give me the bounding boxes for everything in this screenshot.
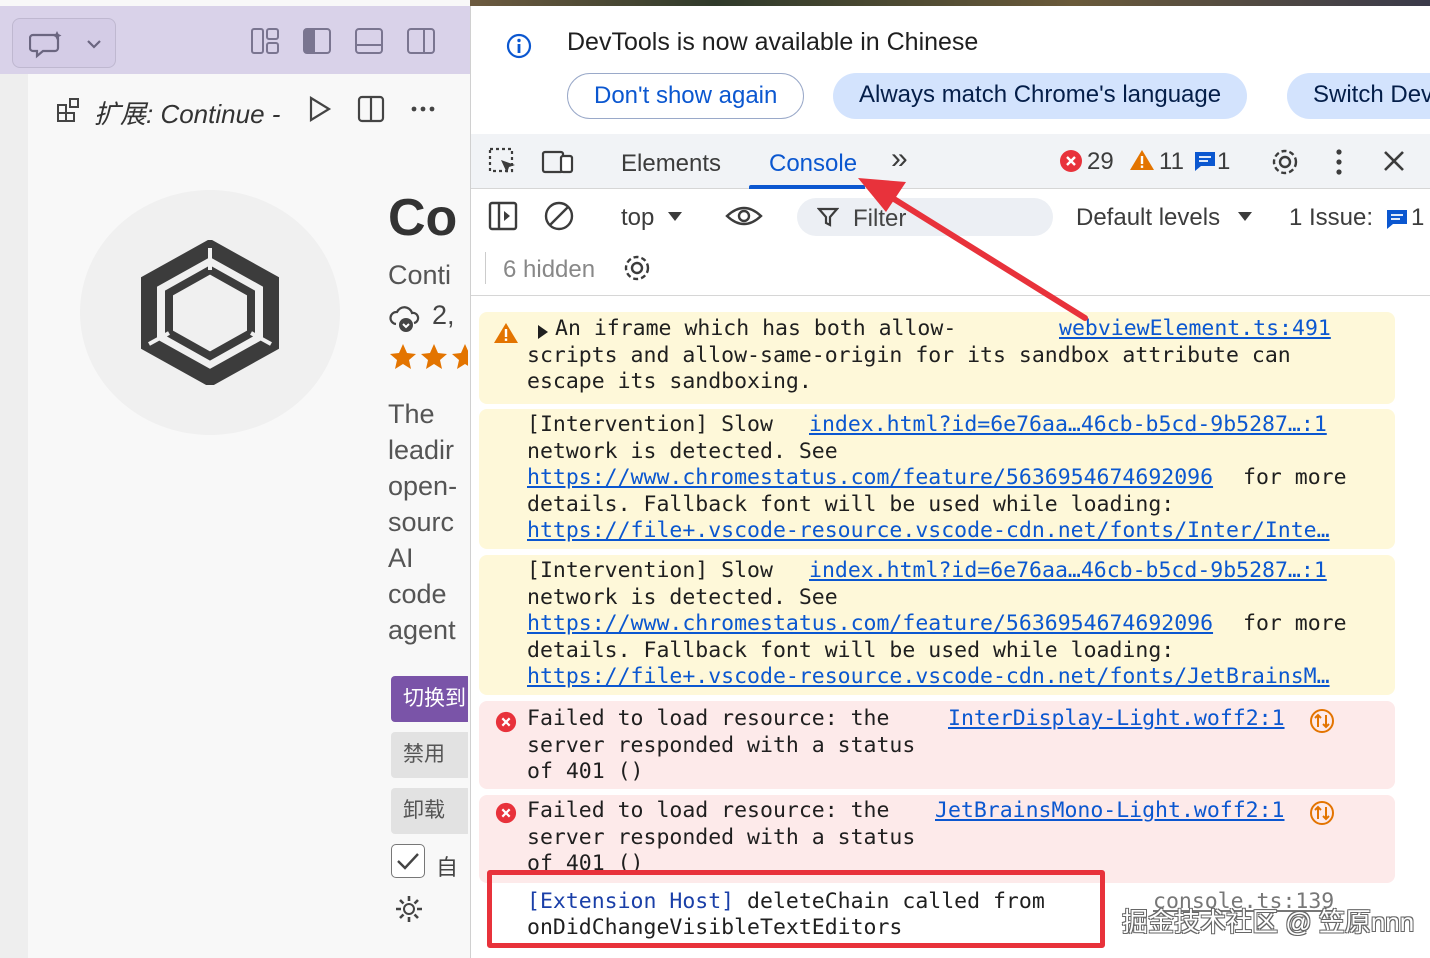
screenshot-root: { "vscode": { "extension_tab_title": "扩展… [0,0,1430,958]
always-match-language-button[interactable]: Always match Chrome's language [833,73,1248,119]
log-levels-dropdown[interactable]: Default levels [1076,204,1220,232]
editor-tab-title[interactable]: 扩展: Continue - [94,94,280,131]
issues-count[interactable]: 1 [1411,204,1424,232]
more-tabs-button[interactable]: » [891,142,908,176]
switch-language-button[interactable]: Switch DevTools to Chinese [1287,73,1430,119]
activity-bar-edge [0,74,28,958]
info-icon [506,33,532,59]
console-message-warning: [Intervention] Slow index.html?id=6e76aa… [479,409,1395,549]
tab-elements[interactable]: Elements [621,150,721,178]
disable-button[interactable]: 禁用 [391,732,468,778]
console-toolbar: top Filter Default levels 1 Issue: 1 6 h… [471,190,1430,296]
rating-stars-icon [390,344,468,369]
show-sidebar-icon[interactable] [487,200,519,232]
uninstall-button[interactable]: 卸载 [391,788,468,834]
warning-count-icon [1130,150,1154,170]
more-actions-icon[interactable] [408,94,438,124]
warning-icon [494,323,518,343]
chat-sparkle-icon [29,31,62,59]
error-count-icon [1060,150,1082,172]
close-icon[interactable] [1381,148,1407,174]
clear-console-icon[interactable] [543,200,575,232]
toggle-primary-sidebar-icon[interactable] [302,26,332,56]
customize-layout-icon[interactable] [250,26,280,56]
continue-logo-icon [141,240,279,385]
filter-funnel-icon [817,207,839,227]
console-message-error: Failed to load resource: the server resp… [479,701,1395,789]
levels-dropdown-icon[interactable] [1237,210,1253,222]
source-link[interactable]: webviewElement.ts:491 [1059,316,1331,343]
vscode-window: 扩展: Continue - Co Conti 2, The leadir op… [0,0,470,958]
source-link[interactable]: index.html?id=6e76aa…46cb-b5cd-9b5287…:1 [809,412,1327,439]
source-link[interactable]: JetBrainsMono-Light.woff2:1 [935,798,1285,825]
chevron-down-icon [87,40,101,49]
console-message-warning: [Intervention] Slow index.html?id=6e76aa… [479,555,1395,695]
extension-publisher[interactable]: Conti [388,260,451,291]
extension-logo [80,190,340,435]
warning-count[interactable]: 11 [1159,148,1184,176]
error-icon [495,711,517,733]
toolbar-divider [485,252,486,284]
network-request-icon[interactable] [1309,708,1335,734]
chromestatus-link[interactable]: https://www.chromestatus.com/feature/563… [527,611,1213,638]
dont-show-again-button[interactable]: Don't show again [567,73,805,119]
chat-button[interactable] [12,18,116,68]
extension-name: Co [388,189,458,247]
watermark: 掘金技术社区 @ 笠原nnn [1122,907,1415,937]
toggle-secondary-sidebar-icon[interactable] [406,26,436,56]
console-messages: An iframe which has both allow- scripts … [471,296,1430,958]
auto-update-label: 自 [436,855,459,880]
devtools-tab-bar: Elements Console » 29 11 1 [471,134,1430,189]
expand-triangle-icon[interactable] [537,324,549,340]
filter-placeholder: Filter [853,205,907,232]
live-expression-eye-icon[interactable] [725,202,763,230]
error-count[interactable]: 29 [1087,148,1114,176]
issue-icon[interactable] [1385,208,1409,230]
network-request-icon[interactable] [1309,800,1335,826]
message-count[interactable]: 1 [1217,148,1230,176]
extension-details: Co Conti 2, The leadir open- sourc AI co… [388,160,468,958]
cloud-download-icon [389,306,420,332]
switch-version-button[interactable]: 切换到 [391,676,468,722]
error-icon [495,802,517,824]
source-link[interactable]: InterDisplay-Light.woff2:1 [948,706,1285,733]
source-link[interactable]: index.html?id=6e76aa…46cb-b5cd-9b5287…:1 [809,558,1327,585]
infobar-message: DevTools is now available in Chinese [567,28,979,56]
settings-gear-icon[interactable] [1269,146,1301,178]
message-count-icon [1195,152,1215,171]
font-resource-link[interactable]: https://file+.vscode-resource.vscode-cdn… [527,518,1330,545]
title-bar [0,6,470,74]
hidden-count: 6 hidden [503,256,596,283]
console-message-warning: An iframe which has both allow- scripts … [479,312,1395,404]
console-message-error: Failed to load resource: the server resp… [479,795,1395,883]
active-tab-indicator [749,185,865,189]
toggle-panel-icon[interactable] [354,26,384,56]
context-selector[interactable]: top [621,204,654,232]
auto-update-checkbox[interactable] [391,844,425,878]
console-settings-gear-icon[interactable] [621,252,653,284]
install-count: 2, [432,300,455,330]
gear-icon[interactable] [394,894,424,924]
log-prefix: [Extension Host] [527,889,735,914]
language-infobar: DevTools is now available in Chinese Don… [471,6,1430,134]
console-filter-input[interactable]: Filter [797,198,1053,236]
tab-console[interactable]: Console [769,150,857,178]
inspect-element-icon[interactable] [487,146,519,178]
chromestatus-link[interactable]: https://www.chromestatus.com/feature/563… [527,465,1213,492]
split-editor-icon[interactable] [356,94,386,124]
issues-label[interactable]: 1 Issue: [1289,204,1373,232]
extensions-icon [57,98,79,122]
context-dropdown-icon[interactable] [667,210,683,222]
extension-description: The leadir open- sourc AI code agent [388,399,458,645]
font-resource-link[interactable]: https://file+.vscode-resource.vscode-cdn… [527,664,1330,691]
devtools-window: DevTools is now available in Chinese Don… [470,6,1430,958]
device-toolbar-icon[interactable] [541,146,575,178]
checkmark-icon [397,853,419,870]
run-icon[interactable] [304,94,334,124]
customize-menu-icon[interactable] [1329,146,1349,178]
